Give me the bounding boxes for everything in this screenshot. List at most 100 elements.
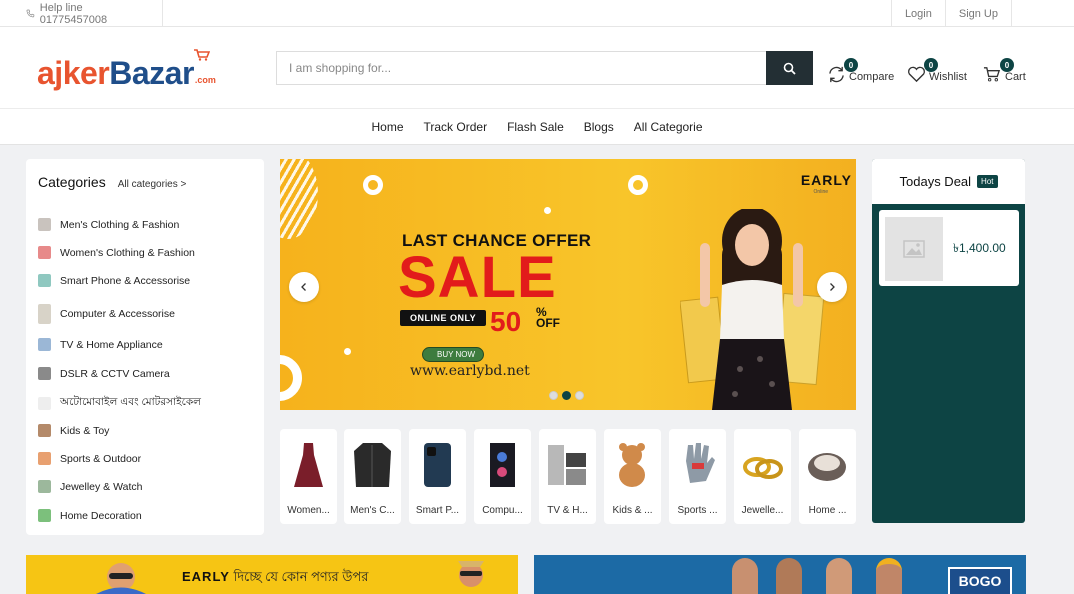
category-home-decoration[interactable]: Home Decoration — [38, 509, 142, 522]
slide-brand: EARLY — [800, 172, 852, 188]
slide-brand-sub: Online — [813, 189, 828, 195]
category-womens-clothing[interactable]: Women's Clothing & Fashion — [38, 246, 195, 259]
decor-stripes — [280, 159, 318, 239]
category-tile-men[interactable]: Men's C... — [344, 429, 401, 524]
promo-banner-left[interactable]: EARLY দিচ্ছে যে কোন পণ্যর উপর — [26, 555, 518, 594]
computer-icon — [38, 304, 51, 324]
category-tile-computer[interactable]: Compu... — [474, 429, 531, 524]
category-computer[interactable]: Computer & Accessorise — [38, 304, 175, 324]
cart-label: Cart — [1005, 71, 1026, 83]
nav-track-order[interactable]: Track Order — [414, 120, 498, 134]
category-tile-sports[interactable]: Sports ... — [669, 429, 726, 524]
category-jewellery[interactable]: Jewelley & Watch — [38, 480, 142, 493]
cart-icon — [983, 67, 1001, 82]
category-tile-jewellery[interactable]: Jewelle... — [734, 429, 791, 524]
logo[interactable]: ajker Bazar .com — [37, 49, 216, 89]
banner-model-image — [458, 561, 484, 587]
nav-home[interactable]: Home — [361, 120, 413, 134]
category-tile-women[interactable]: Women... — [280, 429, 337, 524]
slider-dot[interactable] — [575, 391, 584, 400]
category-dslr-cctv[interactable]: DSLR & CCTV Camera — [38, 367, 170, 380]
phone-icon — [26, 9, 35, 18]
category-smart-phone[interactable]: Smart Phone & Accessorise — [38, 274, 190, 287]
nav-blogs[interactable]: Blogs — [574, 120, 624, 134]
slide-online-badge: ONLINE ONLY — [400, 310, 487, 326]
sports-icon — [38, 452, 51, 465]
category-tile-kids[interactable]: Kids & ... — [604, 429, 661, 524]
pouf-image — [808, 453, 846, 481]
model-image — [680, 209, 825, 410]
category-tv-home[interactable]: TV & Home Appliance — [38, 338, 163, 351]
cart-button[interactable]: 0 Cart — [983, 55, 1026, 83]
compare-icon — [829, 66, 844, 83]
top-bar: Help line 01775457008 Login Sign Up — [0, 0, 1074, 27]
category-label: TV & Home Appliance — [60, 338, 163, 351]
compare-count: 0 — [844, 58, 858, 72]
category-tile-phone[interactable]: Smart P... — [409, 429, 466, 524]
slide-off-text: OFF — [536, 316, 560, 330]
category-kids-toy[interactable]: Kids & Toy — [38, 424, 109, 437]
helpline-text: Help line 01775457008 — [39, 1, 108, 26]
banner-model-image — [826, 558, 852, 594]
tile-label: Smart P... — [415, 505, 460, 516]
tile-label: Home ... — [808, 505, 847, 516]
category-label: Home Decoration — [60, 509, 142, 522]
logo-cart-icon — [193, 49, 210, 61]
logo-text-2: Bazar — [109, 55, 194, 91]
category-tile-home[interactable]: Home ... — [799, 429, 856, 524]
category-label: Men's Clothing & Fashion — [60, 218, 180, 231]
tv-icon — [38, 338, 51, 351]
hero-slider[interactable]: LAST CHANCE OFFER SALE ONLINE ONLY 50 % O… — [280, 159, 856, 410]
deal-price: ৳1,400.00 — [953, 241, 1006, 255]
wishlist-label: Wishlist — [929, 71, 967, 83]
header: ajker Bazar .com 0 Compare 0 Wishlist 0 … — [0, 27, 1074, 108]
nav-flash-sale[interactable]: Flash Sale — [497, 120, 574, 134]
teddy-bear-image — [619, 443, 645, 487]
search-input[interactable] — [276, 51, 766, 85]
decor-ring — [363, 175, 383, 195]
slide-website: www.earlybd.net — [410, 363, 530, 379]
slider-prev-button[interactable] — [289, 272, 319, 302]
slider-dot[interactable] — [549, 391, 558, 400]
tile-label: Men's C... — [350, 505, 395, 516]
tile-label: Kids & ... — [612, 505, 653, 516]
appliances-image — [548, 445, 586, 485]
wishlist-button[interactable]: 0 Wishlist — [907, 55, 967, 83]
tile-label: Women... — [287, 505, 330, 516]
compare-label: Compare — [849, 71, 895, 83]
helpline: Help line 01775457008 — [26, 0, 163, 27]
deal-product-image — [885, 217, 943, 281]
deal-product-card[interactable]: ৳1,400.00 — [879, 210, 1019, 286]
compare-button[interactable]: 0 Compare — [827, 55, 894, 83]
toy-icon — [38, 424, 51, 437]
search-bar — [276, 51, 813, 85]
signup-link[interactable]: Sign Up — [944, 0, 1012, 27]
category-label: Sports & Outdoor — [60, 452, 142, 465]
search-button[interactable] — [766, 51, 813, 85]
tile-label: Jewelle... — [741, 505, 784, 516]
category-mens-clothing[interactable]: Men's Clothing & Fashion — [38, 218, 179, 231]
rings-image — [743, 457, 783, 479]
category-label: Smart Phone & Accessorise — [60, 274, 191, 287]
category-tile-tv[interactable]: TV & H... — [539, 429, 596, 524]
slider-dot-active[interactable] — [562, 391, 571, 400]
slide-buy-now: BUY NOW — [422, 347, 485, 362]
nav-all-categorie[interactable]: All Categorie — [624, 120, 713, 134]
login-link[interactable]: Login — [890, 0, 945, 27]
hot-badge: Hot — [977, 175, 998, 188]
chevron-left-icon — [301, 283, 306, 291]
category-sports[interactable]: Sports & Outdoor — [38, 452, 141, 465]
slide-off: % OFF — [536, 306, 560, 330]
chevron-right-icon — [830, 283, 835, 291]
all-categories-link[interactable]: All categories > — [118, 179, 187, 190]
promo-banner-right[interactable]: BOGO — [534, 555, 1026, 594]
tile-label: Compu... — [482, 505, 523, 516]
category-automobile[interactable]: অটোমোবাইল এবং মোটরসাইকেল — [38, 395, 201, 412]
slide-discount: 50 — [490, 306, 522, 337]
logo-suffix: .com — [194, 75, 216, 85]
search-icon — [783, 62, 796, 75]
category-label: DSLR & CCTV Camera — [60, 367, 170, 380]
slider-next-button[interactable] — [817, 272, 847, 302]
watch-icon — [38, 480, 51, 493]
todays-deal-title: Todays Deal — [899, 174, 972, 189]
